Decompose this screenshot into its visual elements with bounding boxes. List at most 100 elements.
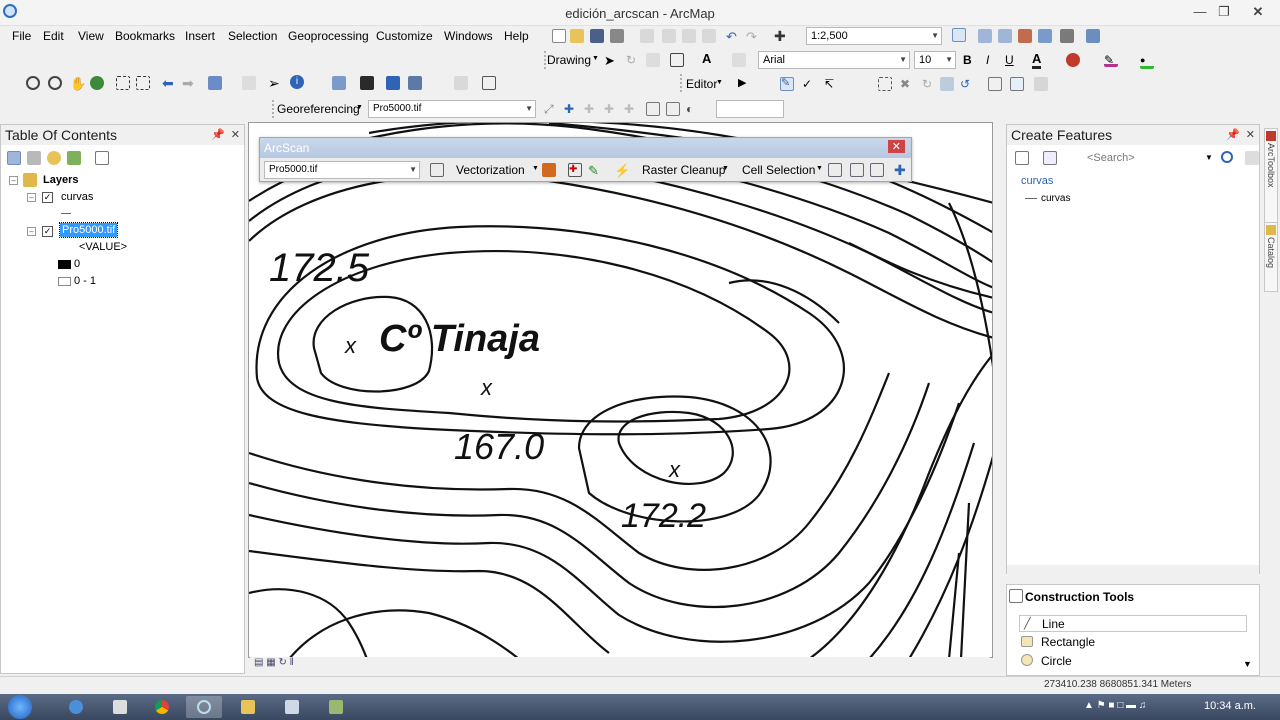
sketch-properties-icon[interactable]: ↺ [960,77,974,91]
transparency-combo[interactable] [716,100,784,118]
split-icon[interactable]: ✖ [900,77,914,91]
construction-tool-rectangle[interactable]: Rectangle [1019,634,1247,651]
fill-color-icon[interactable] [1066,53,1080,67]
menu-customize[interactable]: Customize [376,29,433,43]
list-by-drawing-order-icon[interactable] [7,151,21,165]
close-toc-icon[interactable]: ✕ [231,129,240,141]
new-document-icon[interactable] [552,29,566,43]
cell-selection-menu[interactable]: Cell Selection [742,163,815,177]
construction-tool-circle[interactable]: Circle [1019,653,1247,670]
pan-icon[interactable]: ✋ [70,76,86,91]
editor-options-icon[interactable] [1034,77,1048,91]
taskbar-app-chrome[interactable] [144,696,180,718]
zoom-in-icon[interactable] [26,76,40,90]
forward-extent-icon[interactable]: ➡ [182,75,196,91]
vectorization-trace-icon[interactable]: ✎ [588,163,602,178]
collapse-curvas-toggle[interactable]: – [27,193,36,202]
rotate-icon[interactable]: ↻ [626,53,640,67]
search-icon[interactable] [1221,151,1233,163]
undo-icon[interactable]: ↶ [726,29,740,44]
print-icon[interactable] [610,29,624,43]
list-by-selection-icon[interactable] [67,151,81,165]
cut-polygons-icon[interactable] [878,77,892,91]
open-folder-icon[interactable] [570,29,584,43]
select-elements-icon[interactable]: ➢ [268,75,282,91]
model-builder-icon[interactable] [1086,29,1100,43]
raster-visibility-checkbox[interactable]: ✓ [42,226,53,237]
taskbar-app-arccatalog[interactable] [102,696,138,718]
paste-icon[interactable] [682,29,696,43]
bold-button[interactable]: B [963,53,972,67]
editor-dropdown-icon[interactable]: ▼ [716,79,723,86]
cell-selection-dropdown-icon[interactable]: ▼ [816,165,823,172]
zoom-out-icon[interactable] [48,76,62,90]
menu-file[interactable]: File [12,29,31,43]
clear-selection-icon[interactable] [242,76,256,90]
arcscan-caption[interactable]: ArcScan ✕ [260,138,911,158]
toc-options-icon[interactable] [95,151,109,165]
close-arcscan-icon[interactable]: ✕ [887,140,905,153]
back-extent-icon[interactable]: ⬅ [162,75,176,91]
construction-tool-line[interactable]: ╱ Line [1019,615,1247,632]
toc-window-icon[interactable] [978,29,992,43]
layers-root[interactable]: Layers [43,174,78,186]
create-features-window-icon[interactable] [988,77,1002,91]
raster-snapping-icon[interactable]: ✚ [894,162,908,178]
edit-toolbar-extra-icon[interactable] [1010,77,1024,91]
add-control-points-icon[interactable]: ✚ [564,102,578,116]
menu-windows[interactable]: Windows [444,29,493,43]
pin-icon[interactable]: 📌 [1226,129,1240,141]
full-extent-icon[interactable] [90,76,104,90]
template-group-curvas[interactable]: curvas [1021,175,1053,187]
find-connected-cells-icon[interactable] [850,163,864,177]
menu-selection[interactable]: Selection [228,29,277,43]
list-by-source-icon[interactable] [27,151,41,165]
layer-visibility-checkbox[interactable]: ✓ [42,192,53,203]
reshape-icon[interactable]: ↸ [824,77,838,91]
taskbar-app-powerpoint[interactable] [274,696,310,718]
arctoolbox-icon[interactable] [1038,29,1052,43]
close-window-button[interactable]: ✕ [1244,2,1272,22]
text-tool-icon[interactable]: A [702,51,711,66]
delete-icon[interactable] [702,29,716,43]
georef-layer-combo[interactable]: Pro5000.tif ▼ [368,100,536,118]
time-slider-icon[interactable] [454,76,468,90]
template-search-input[interactable]: <Search> [1087,152,1135,164]
copy-icon[interactable] [662,29,676,43]
catalog-tab[interactable]: Catalog [1264,222,1278,292]
georeferencing-menu[interactable]: Georeferencing [277,102,360,116]
font-color-button[interactable]: A [1032,51,1042,69]
cell-zoom-icon[interactable] [870,163,884,177]
create-viewer-icon[interactable] [482,76,496,90]
python-window-icon[interactable] [1060,29,1074,43]
start-button[interactable] [8,695,32,719]
go-to-xy-icon[interactable] [408,76,422,90]
georef-dropdown-icon[interactable]: ▼ [356,104,363,111]
editor-menu[interactable]: Editor [686,77,717,91]
collapse-raster-toggle[interactable]: – [27,227,36,236]
select-elements-arrow-icon[interactable]: ➤ [604,53,618,68]
scale-icon[interactable]: ✚ [604,102,618,116]
raster-cleanup-menu[interactable]: Raster Cleanup [642,163,725,177]
taskbar-app-explorer[interactable] [230,696,266,718]
font-combo[interactable]: Arial ▼ [758,51,910,69]
drawing-menu[interactable]: Drawing [547,53,591,67]
menu-edit[interactable]: Edit [43,29,64,43]
clear-search-icon[interactable] [1245,151,1259,165]
map-scale-combo[interactable]: 1:2,500 ▼ [806,27,942,45]
show-preview-icon[interactable] [542,163,556,177]
rotate-raster-icon[interactable]: ⤢ [544,102,558,116]
organize-templates-icon[interactable] [1015,151,1029,165]
edit-tool-icon[interactable]: ▶ [738,76,746,89]
taskbar-app-arcmap[interactable] [186,696,222,718]
layer-curvas[interactable]: curvas [61,191,93,203]
edit-vertices-tool-icon[interactable]: ✓ [802,77,816,91]
font-size-combo[interactable]: 10 ▼ [914,51,956,69]
shift-icon[interactable]: ✚ [584,102,598,116]
scroll-down-icon[interactable]: ▼ [1243,659,1252,669]
line-color-icon[interactable]: ✎ [1104,53,1118,67]
view-link-table-icon[interactable] [646,102,660,116]
map-display[interactable]: 172.5 Cº Tinaja 167.0 172.2 x x x [248,122,993,658]
catalog-window-icon[interactable] [998,29,1012,43]
auto-registration-icon[interactable]: ✚ [624,102,638,116]
